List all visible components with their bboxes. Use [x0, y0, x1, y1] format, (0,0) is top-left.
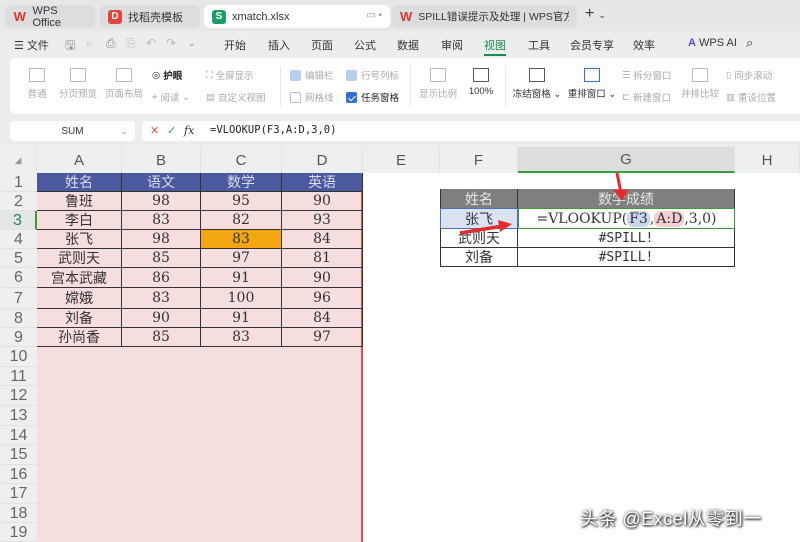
arrow-right-head: [498, 220, 512, 232]
annotation-arrows: [459, 172, 628, 235]
watermark: 头条 @Excel从零到一: [580, 509, 762, 529]
arrow-down-head: [613, 190, 628, 201]
arrow-right-annotation: [459, 224, 504, 235]
